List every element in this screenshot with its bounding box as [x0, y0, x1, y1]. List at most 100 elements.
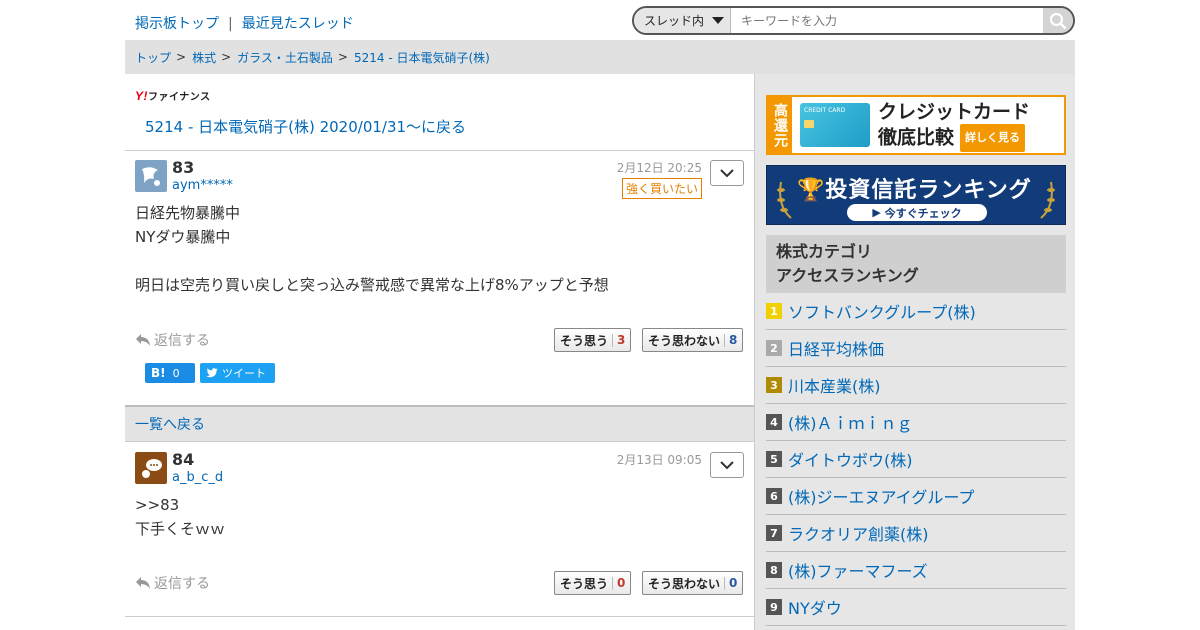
post-menu-button[interactable]: [710, 452, 744, 478]
search-scope-label: スレッド内: [644, 14, 705, 28]
main-column: Y!ファイナンス 5214 - 日本電気硝子(株) 2020/01/31〜に戻る…: [125, 74, 754, 630]
ad-more-button[interactable]: 詳しく見る: [960, 124, 1026, 152]
trophy-icon: 🏆: [797, 178, 826, 203]
vote-divider: [724, 576, 726, 590]
user-avatar[interactable]: [135, 452, 167, 484]
ranking-item-link[interactable]: 日経平均株価: [788, 336, 884, 360]
ranking-item-link[interactable]: 川本産業(株): [788, 373, 881, 397]
breadcrumb-category[interactable]: ガラス・土石製品: [237, 49, 333, 66]
rank-number: 5: [766, 451, 782, 467]
ad-title-text: 投資信託ランキング: [825, 178, 1032, 203]
fund-ranking-ad-banner[interactable]: 🏆投資信託ランキング ▶ 今すぐチェック: [766, 165, 1066, 225]
ad-side-label: 高還元: [768, 97, 792, 153]
back-to-thread-link[interactable]: 5214 - 日本電気硝子(株) 2020/01/31〜に戻る: [145, 116, 466, 137]
agree-button[interactable]: そう思う 3: [554, 328, 632, 352]
breadcrumb-top[interactable]: トップ: [135, 49, 171, 66]
post-username[interactable]: a_b_c_d: [172, 470, 223, 485]
vote-divider: [724, 333, 726, 347]
chevron-down-icon: [720, 169, 734, 178]
ad-headline: クレジットカード: [878, 101, 1031, 123]
ranking-item-link[interactable]: ラクオリア創薬(株): [788, 521, 929, 545]
ad-title: 🏆投資信託ランキング: [797, 172, 1032, 204]
breadcrumb-sep: >: [337, 50, 348, 64]
top-nav: 掲示板トップ | 最近見たスレッド: [135, 13, 354, 33]
post-number[interactable]: 84: [172, 450, 194, 469]
ranking-item-link[interactable]: ダイトウボウ(株): [788, 447, 913, 471]
ranking-item[interactable]: 3 川本産業(株): [766, 367, 1066, 404]
ranking-item[interactable]: 5 ダイトウボウ(株): [766, 441, 1066, 478]
ranking-item-link[interactable]: (株)ファーマフーズ: [788, 558, 928, 582]
ranking-item-link[interactable]: ソフトバンクグループ(株): [788, 299, 976, 323]
reply-button[interactable]: 返信する: [135, 573, 210, 593]
user-avatar[interactable]: [135, 160, 167, 192]
search-input[interactable]: [731, 8, 1043, 33]
recent-threads-link[interactable]: 最近見たスレッド: [242, 16, 354, 32]
ranking-item-link[interactable]: (株)Ａｉｍｉｎｇ: [788, 410, 913, 434]
rank-number: 1: [766, 303, 782, 319]
reply-label: 返信する: [154, 333, 210, 349]
credit-card-ad-banner[interactable]: 高還元 CREDIT CARD クレジットカード 徹底比較 詳しく見る: [766, 95, 1066, 155]
agree-count: 0: [617, 576, 626, 590]
post-timestamp: 2月13日 09:05: [616, 453, 702, 467]
search-bar: スレッド内: [632, 6, 1075, 35]
ranking-item[interactable]: 4 (株)Ａｉｍｉｎｇ: [766, 404, 1066, 441]
post-84: 84 a_b_c_d 2月13日 09:05 >>83 下手くそｗｗ 返信する …: [125, 442, 754, 617]
ranking-item-link[interactable]: (株)ジーエヌアイグループ: [788, 484, 974, 508]
yahoo-finance-logo[interactable]: Y!ファイナンス: [135, 88, 211, 103]
search-icon: [1049, 12, 1067, 29]
ranking-item[interactable]: 1 ソフトバンクグループ(株): [766, 293, 1066, 330]
hatena-icon: B!: [151, 366, 166, 380]
post-username[interactable]: aym*****: [172, 178, 233, 193]
disagree-count: 0: [729, 576, 738, 590]
sentiment-badge: 強く買いたい: [621, 178, 702, 199]
vote-divider: [612, 576, 614, 590]
rank-number: 7: [766, 525, 782, 541]
ad-text: クレジットカード 徹底比較 詳しく見る: [878, 97, 1064, 153]
reply-label: 返信する: [154, 576, 210, 592]
back-to-list-link[interactable]: 一覧へ戻る: [135, 414, 205, 434]
breadcrumb: トップ > 株式 > ガラス・土石製品 > 5214 - 日本電気硝子(株): [125, 40, 1075, 74]
post-number[interactable]: 83: [172, 158, 194, 177]
disagree-button[interactable]: そう思わない 8: [642, 328, 744, 352]
post-menu-button[interactable]: [710, 160, 744, 186]
caret-down-icon: [712, 17, 725, 24]
post-timestamp: 2月12日 20:25: [616, 161, 702, 175]
rank-number: 2: [766, 340, 782, 356]
tweet-button[interactable]: ツイート: [200, 363, 275, 383]
ranking-item-link[interactable]: NYダウ: [788, 595, 842, 619]
search-button[interactable]: [1043, 8, 1073, 33]
avatar-icon: [142, 167, 160, 186]
ranking-item[interactable]: 7 ラクオリア創薬(株): [766, 515, 1066, 552]
ranking-item[interactable]: 2 日経平均株価: [766, 330, 1066, 367]
post-body: >>83 下手くそｗｗ: [135, 496, 226, 538]
disagree-button[interactable]: そう思わない 0: [642, 571, 744, 595]
ad-subline: 徹底比較 詳しく見る: [878, 124, 1064, 152]
rank-number: 9: [766, 599, 782, 615]
ad-cta-button[interactable]: ▶ 今すぐチェック: [847, 204, 987, 221]
reply-button[interactable]: 返信する: [135, 330, 210, 350]
ranking-heading-line2: アクセスランキング: [776, 266, 919, 285]
board-top-link[interactable]: 掲示板トップ: [135, 16, 219, 32]
card-label: CREDIT CARD: [804, 107, 846, 114]
laurel-right-icon: [1040, 181, 1055, 219]
ranking-item[interactable]: 9 NYダウ: [766, 589, 1066, 626]
search-scope-select[interactable]: スレッド内: [634, 8, 731, 33]
breadcrumb-sep: >: [221, 50, 232, 64]
twitter-bird-icon: [206, 368, 218, 378]
hatena-count: 0: [172, 366, 180, 380]
ranking-list: 1 ソフトバンクグループ(株) 2 日経平均株価 3 川本産業(株) 4 (株)Ａｉｍｉ…: [766, 293, 1066, 626]
rank-number: 6: [766, 488, 782, 504]
hatena-bookmark-button[interactable]: B! 0: [145, 363, 195, 383]
ranking-item[interactable]: 8 (株)ファーマフーズ: [766, 552, 1066, 589]
tweet-label: ツイート: [222, 367, 266, 380]
rank-number: 4: [766, 414, 782, 430]
laurel-left-icon: [777, 181, 792, 219]
ranking-item[interactable]: 6 (株)ジーエヌアイグループ: [766, 478, 1066, 515]
chevron-down-icon: [720, 461, 734, 470]
ranking-heading: 株式カテゴリ アクセスランキング: [766, 235, 1066, 293]
breadcrumb-company[interactable]: 5214 - 日本電気硝子(株): [354, 49, 490, 66]
disagree-label: そう思わない: [648, 333, 721, 348]
breadcrumb-sep: >: [176, 50, 187, 64]
agree-button[interactable]: そう思う 0: [554, 571, 632, 595]
breadcrumb-stocks[interactable]: 株式: [192, 49, 216, 66]
